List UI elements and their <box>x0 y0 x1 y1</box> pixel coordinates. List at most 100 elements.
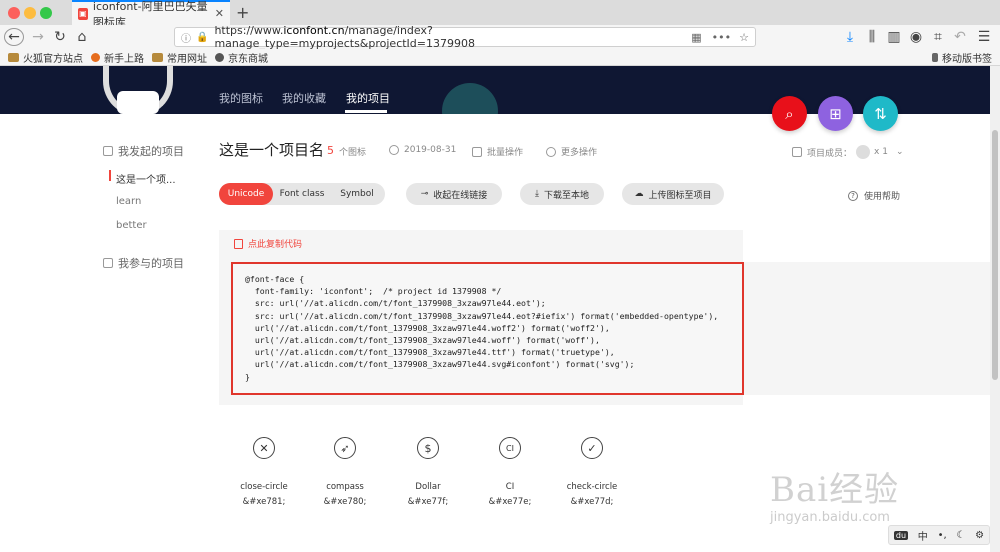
close-circle-icon: ✕ <box>253 437 275 459</box>
downloads-icon[interactable]: ⤓ <box>842 28 858 46</box>
search-fab-button[interactable]: ⌕ <box>772 96 807 131</box>
project-title: 这是一个项目名 <box>219 141 325 159</box>
baidu-watermark: Bai经验 <box>770 470 900 510</box>
decorative-bubble <box>442 83 498 114</box>
icon-unicode: &#xe77f; <box>407 497 449 507</box>
window-close-button[interactable] <box>8 7 20 19</box>
tab-unicode[interactable]: Unicode <box>219 183 273 205</box>
icon-name: CI <box>505 482 515 492</box>
collapse-online-link-button[interactable]: ⊸ 收起在线链接 <box>406 183 502 205</box>
browser-tab[interactable]: ▣ iconfont-阿里巴巴矢量图标库 ✕ <box>72 0 230 29</box>
folder-icon <box>152 52 163 62</box>
screenshot-icon[interactable]: ⌗ <box>930 28 946 46</box>
new-tab-button[interactable]: + <box>236 3 249 22</box>
download-button[interactable]: ⤓ 下载至本地 <box>520 183 604 205</box>
icon-name: compass <box>326 482 364 492</box>
help-icon: ? <box>848 190 858 201</box>
batch-icon <box>472 146 482 157</box>
qr-code-icon[interactable]: ▦ <box>691 31 701 44</box>
account-icon[interactable]: ◉ <box>908 28 924 46</box>
code-panel-right <box>743 262 990 395</box>
font-face-code[interactable]: @font-face { font-family: 'iconfont'; /*… <box>231 262 744 395</box>
icon-name: check-circle <box>566 482 618 492</box>
bookmark-item[interactable]: 新手上路 <box>91 50 144 65</box>
ime-language-toggle[interactable]: 中 <box>918 528 928 543</box>
copy-code-link[interactable]: 点此复制代码 <box>234 237 302 250</box>
new-project-fab-button[interactable]: ⊞ <box>818 96 853 131</box>
sidebar-active-marker <box>109 170 111 181</box>
ime-punctuation-toggle[interactable]: •, <box>938 530 947 541</box>
folder-icon <box>8 52 19 62</box>
copy-icon <box>234 238 243 249</box>
user-icon <box>792 147 802 157</box>
upload-icons-button[interactable]: ☁ 上传图标至项目 <box>622 183 724 205</box>
icon-name: close-circle <box>240 482 288 492</box>
sidebar-item-learn[interactable]: learn <box>116 196 141 207</box>
menu-icon[interactable]: ☰ <box>976 28 992 46</box>
bookmark-star-icon[interactable]: ☆ <box>739 31 749 44</box>
download-icon: ⤓ <box>535 189 539 199</box>
bookmark-item[interactable]: 京东商城 <box>215 50 268 65</box>
tab-font-class[interactable]: Font class <box>275 183 329 205</box>
moon-icon[interactable]: ☾ <box>956 530 965 541</box>
dollar-icon: $ <box>417 437 439 459</box>
nav-active-underline <box>345 110 387 113</box>
lock-icon: 🔒 <box>196 31 209 43</box>
info-icon[interactable]: ⓘ <box>181 30 191 45</box>
baidu-watermark-url: jingyan.baidu.com <box>770 510 890 525</box>
compass-icon: ➶ <box>334 437 356 459</box>
bookmark-item[interactable]: 常用网址 <box>152 50 207 65</box>
address-bar[interactable]: ⓘ 🔒 https://www.iconfont.cn/manage/index… <box>174 24 756 50</box>
ci-icon: CI <box>499 437 521 459</box>
sidebar-joined-projects-header[interactable]: 我参与的项目 <box>103 255 184 271</box>
icon-unicode: &#xe780; <box>323 497 367 507</box>
scrollbar-thumb[interactable] <box>992 130 998 380</box>
more-action-link[interactable]: 更多操作 <box>546 145 597 158</box>
browser-nav-bar: ← → ↻ ⌂ ⓘ 🔒 https://www.iconfont.cn/mana… <box>0 24 1000 50</box>
icon-card[interactable]: CI CI &#xe77e; <box>465 437 555 507</box>
mascot-face <box>117 91 159 114</box>
ime-logo-icon[interactable]: du <box>893 530 909 540</box>
chevron-down-icon: ⌄ <box>895 147 904 157</box>
sidebar-icon[interactable]: ▥ <box>886 28 902 46</box>
settings-gear-icon[interactable]: ⚙ <box>975 530 984 541</box>
window-zoom-button[interactable] <box>40 7 52 19</box>
reload-button[interactable]: ↻ <box>52 28 68 46</box>
back-button[interactable]: ← <box>4 28 24 46</box>
nav-my-projects[interactable]: 我的项目 <box>346 90 390 106</box>
iconfont-favicon-icon: ▣ <box>78 7 88 20</box>
firefox-icon <box>91 52 100 62</box>
icon-card[interactable]: ✓ check-circle &#xe77d; <box>547 437 637 507</box>
project-members[interactable]: 项目成员： x 1 ⌄ <box>792 145 903 159</box>
tab-close-icon[interactable]: ✕ <box>215 7 224 20</box>
library-icon[interactable]: ⫼ <box>864 28 880 46</box>
bookmark-item[interactable]: 火狐官方站点 <box>8 50 83 65</box>
globe-icon <box>215 52 224 62</box>
sidebar-item-project[interactable]: 这是一个项... <box>116 171 176 186</box>
mobile-bookmarks[interactable]: 移动版书签 <box>932 50 992 65</box>
icon-card[interactable]: ✕ close-circle &#xe781; <box>219 437 309 507</box>
batch-action-link[interactable]: 批量操作 <box>472 145 523 158</box>
icon-card[interactable]: $ Dollar &#xe77f; <box>383 437 473 507</box>
sort-fab-button[interactable]: ⇅ <box>863 96 898 131</box>
check-circle-icon: ✓ <box>581 437 603 459</box>
nav-my-icons[interactable]: 我的图标 <box>219 90 263 106</box>
project-date: 2019-08-31 <box>389 145 456 155</box>
icon-card[interactable]: ➶ compass &#xe780; <box>300 437 390 507</box>
help-link[interactable]: ? 使用帮助 <box>848 189 900 202</box>
home-button[interactable]: ⌂ <box>74 28 90 46</box>
page-actions-icon[interactable]: ••• <box>712 31 731 44</box>
icon-unicode: &#xe781; <box>242 497 286 507</box>
nav-my-favorites[interactable]: 我的收藏 <box>282 90 326 106</box>
sidebar-my-projects-header[interactable]: 我发起的项目 <box>103 143 184 159</box>
tab-symbol[interactable]: Symbol <box>331 183 383 205</box>
window-minimize-button[interactable] <box>24 7 36 19</box>
edit-icon <box>103 258 113 268</box>
sidebar-item-better[interactable]: better <box>116 220 147 231</box>
icon-unicode: &#xe77d; <box>570 497 614 507</box>
forward-button[interactable]: → <box>30 28 46 46</box>
edit-icon <box>103 146 113 156</box>
ime-status-bar: du 中 •, ☾ ⚙ <box>888 525 990 545</box>
undo-icon[interactable]: ↶ <box>952 28 968 46</box>
icon-unicode: &#xe77e; <box>488 497 532 507</box>
